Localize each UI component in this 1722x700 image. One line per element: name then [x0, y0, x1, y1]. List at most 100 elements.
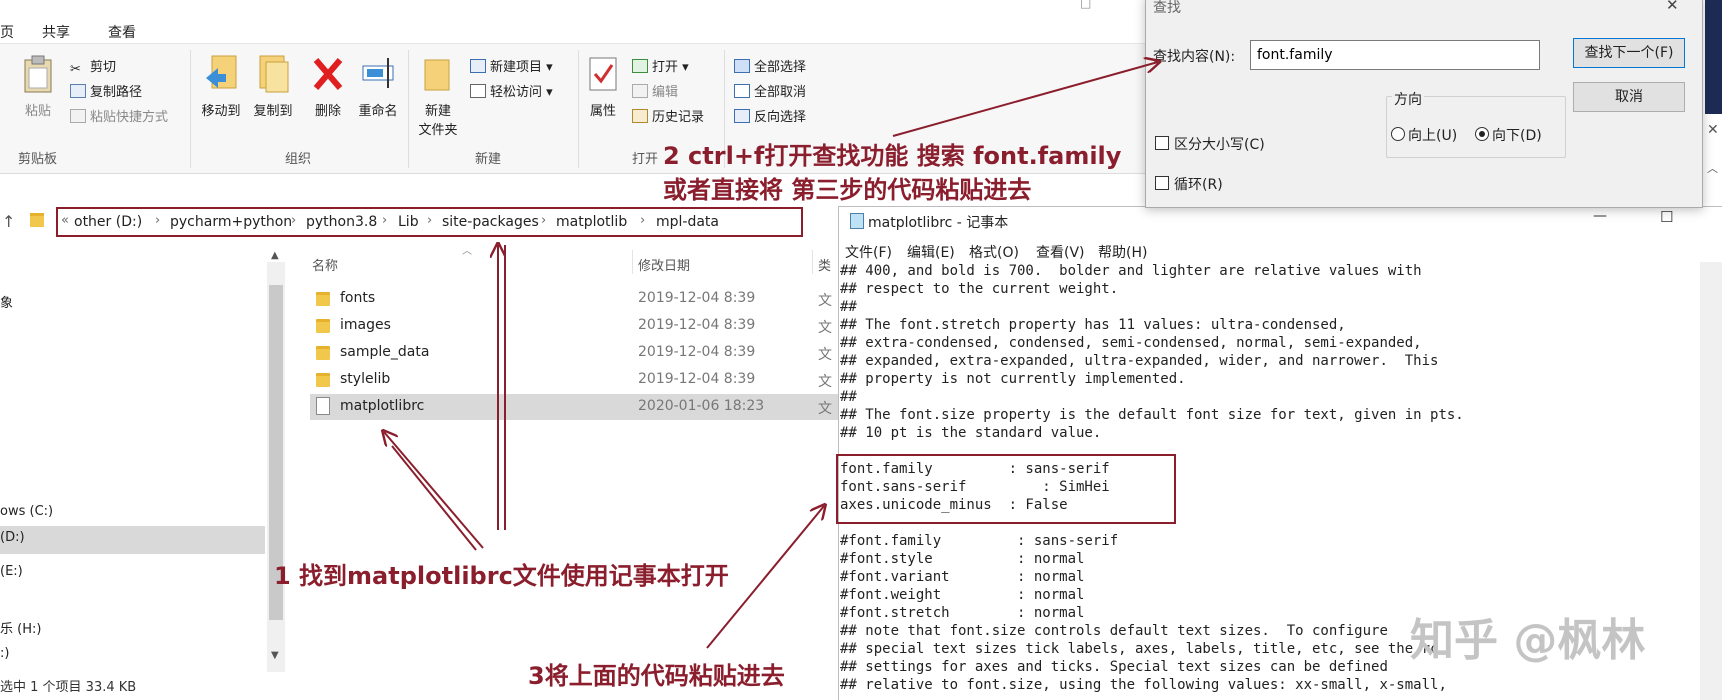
match-case-label: 区分大小写(C): [1174, 137, 1265, 153]
breadcrumb-item[interactable]: pycharm+python: [170, 214, 292, 230]
nav-item-drive-c[interactable]: ows (C:): [0, 504, 53, 519]
address-bar[interactable]: « other (D:) › pycharm+python › python3.…: [56, 207, 803, 237]
rename-label: 重命名: [358, 104, 398, 119]
clipboard-icon: [21, 54, 55, 94]
breadcrumb-item[interactable]: Lib: [398, 214, 419, 230]
chevron-up-icon[interactable]: ︿: [1707, 160, 1718, 176]
match-case-checkbox[interactable]: [1155, 136, 1169, 150]
nav-item[interactable]: :): [0, 646, 9, 661]
cancel-button[interactable]: 取消: [1573, 82, 1685, 112]
direction-down-radio[interactable]: [1475, 127, 1489, 141]
notepad-icon: [850, 213, 864, 229]
code-line: #font.stretch : normal: [840, 605, 1085, 621]
menu-edit[interactable]: 编辑(E): [907, 242, 955, 262]
breadcrumb-item[interactable]: matplotlib: [556, 214, 627, 230]
folder-icon: [316, 292, 330, 306]
copy-to-label: 复制到: [253, 104, 293, 119]
notepad-scrollbar[interactable]: [1700, 262, 1722, 700]
code-highlight-box: [836, 454, 1176, 524]
properties-button[interactable]: 属性: [586, 54, 620, 119]
open-button[interactable]: 打开 ▾: [632, 56, 689, 75]
paste-shortcut-button[interactable]: 粘贴快捷方式: [70, 106, 168, 125]
folder-icon: [316, 373, 330, 387]
tab-share[interactable]: 共享: [42, 22, 70, 42]
find-what-input[interactable]: [1250, 40, 1540, 70]
wrap-checkbox[interactable]: [1155, 176, 1169, 190]
edit-label: 编辑: [652, 85, 679, 100]
chevron-right-icon: ›: [382, 213, 388, 228]
folder-icon: [316, 319, 330, 333]
new-item-label: 新建项目: [490, 60, 543, 75]
breadcrumb-item[interactable]: site-packages: [442, 214, 539, 230]
code-line: ## settings for axes and ticks. Special …: [840, 659, 1388, 675]
up-arrow-icon[interactable]: ↑: [2, 212, 15, 231]
find-next-button[interactable]: 查找下一个(F): [1573, 38, 1685, 68]
select-all-icon: [734, 59, 750, 73]
nav-item-drive-h[interactable]: 乐 (H:): [0, 618, 41, 637]
delete-button[interactable]: 删除: [310, 54, 346, 119]
breadcrumb-item[interactable]: other (D:): [74, 214, 142, 230]
code-line: ## special text sizes tick labels, axes,…: [840, 641, 1439, 657]
background-window-strip: [1705, 0, 1722, 114]
find-close-button[interactable]: ✕: [1666, 0, 1679, 14]
code-line: #font.weight : normal: [840, 587, 1085, 603]
copy-path-button[interactable]: 复制路径: [70, 81, 142, 100]
menu-view[interactable]: 查看(V): [1036, 242, 1085, 262]
invert-selection-button[interactable]: 反向选择: [734, 106, 806, 125]
file-row[interactable]: fonts 2019-12-04 8:39 文: [310, 286, 845, 312]
breadcrumb-item[interactable]: python3.8: [306, 214, 377, 230]
tab-view[interactable]: 查看: [108, 22, 136, 42]
status-text: 选中 1 个项目 33.4 KB: [0, 680, 137, 695]
open-icon: [632, 59, 648, 73]
paste-button[interactable]: 粘贴: [20, 54, 56, 119]
breadcrumb-item[interactable]: mpl-data: [656, 214, 719, 230]
close-icon[interactable]: ✕: [1707, 122, 1719, 138]
column-header-modified[interactable]: 修改日期: [638, 255, 690, 274]
select-all-button[interactable]: 全部选择: [734, 56, 806, 75]
copy-to-button[interactable]: 复制到: [248, 54, 298, 119]
notepad-maximize-button[interactable]: ☐: [1660, 208, 1673, 226]
new-folder-button[interactable]: 新建 文件夹: [414, 54, 462, 138]
organize-group-label: 组织: [285, 152, 312, 167]
edit-button[interactable]: 编辑: [632, 81, 678, 100]
select-none-icon: [734, 84, 750, 98]
file-row[interactable]: sample_data 2019-12-04 8:39 文: [310, 340, 845, 366]
new-item-button[interactable]: 新建项目 ▾: [470, 56, 553, 75]
easy-access-button[interactable]: 轻松访问 ▾: [470, 81, 553, 100]
file-date: 2019-12-04 8:39: [638, 290, 756, 306]
scroll-up-icon[interactable]: ▲: [271, 250, 279, 261]
menu-format[interactable]: 格式(O): [969, 242, 1019, 262]
menu-file[interactable]: 文件(F): [845, 242, 892, 262]
ribbon-separator: [408, 50, 409, 168]
file-row-selected[interactable]: matplotlibrc 2020-01-06 18:23 文: [310, 394, 845, 420]
open-group-label: 打开: [632, 152, 659, 167]
find-dialog-title: 查找: [1153, 0, 1181, 16]
select-none-button[interactable]: 全部取消: [734, 81, 806, 100]
direction-up-radio[interactable]: [1391, 127, 1405, 141]
folder-icon: [316, 346, 330, 360]
file-date: 2019-12-04 8:39: [638, 371, 756, 387]
scroll-down-icon[interactable]: ▼: [271, 650, 279, 661]
cut-button[interactable]: ✂ 剪切: [70, 56, 116, 77]
file-row[interactable]: images 2019-12-04 8:39 文: [310, 313, 845, 339]
chevron-right-icon: ›: [541, 213, 547, 228]
move-to-button[interactable]: 移动到: [196, 54, 246, 119]
direction-up-label: 向上(U): [1408, 128, 1458, 144]
code-line: ##: [840, 389, 857, 405]
nav-item-drive-d[interactable]: (D:): [0, 526, 265, 554]
history-button[interactable]: 历史记录: [632, 106, 704, 125]
menu-help[interactable]: 帮助(H): [1098, 242, 1147, 262]
nav-item[interactable]: 象: [0, 292, 13, 311]
breadcrumb-overflow[interactable]: «: [61, 213, 69, 228]
column-divider[interactable]: [812, 250, 813, 274]
column-divider[interactable]: [632, 250, 633, 274]
notepad-minimize-button[interactable]: —: [1593, 208, 1607, 224]
rename-button[interactable]: 重命名: [354, 54, 402, 119]
tab-home[interactable]: 页: [0, 22, 14, 42]
file-date: 2019-12-04 8:39: [638, 344, 756, 360]
column-header-type[interactable]: 类: [818, 255, 831, 274]
file-row[interactable]: stylelib 2019-12-04 8:39 文: [310, 367, 845, 393]
column-header-name[interactable]: 名称: [312, 255, 338, 274]
nav-item-drive-e[interactable]: (E:): [0, 564, 23, 579]
explorer-minimize-icon[interactable]: □: [1080, 0, 1091, 10]
